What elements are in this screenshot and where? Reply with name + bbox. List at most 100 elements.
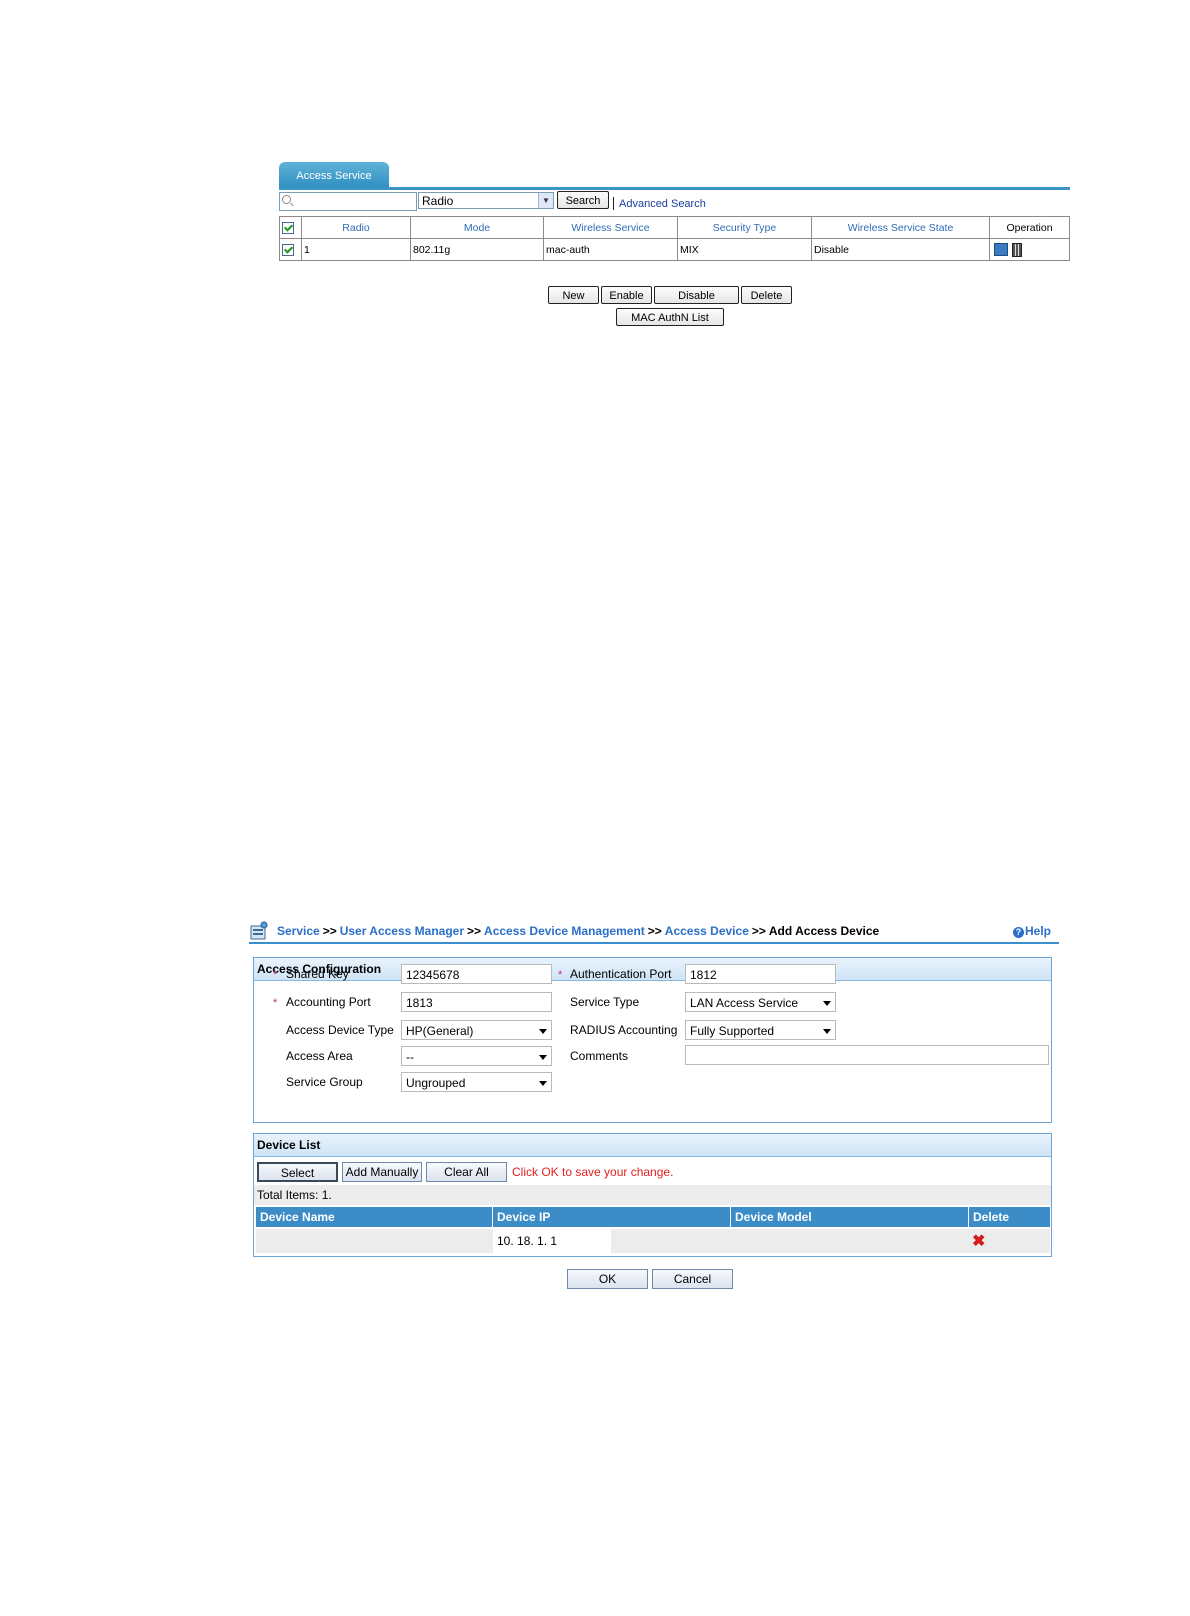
service-type-label: Service Type (570, 995, 640, 1009)
row-checkbox[interactable] (282, 243, 294, 256)
device-list-title: Device List (254, 1134, 1051, 1157)
dropdown-arrow-icon (539, 1055, 547, 1060)
cell-device-ip: 10. 18. 1. 1 (493, 1229, 611, 1253)
access-configuration-panel: Access Configuration (253, 957, 1052, 1123)
column-header-wireless-service-state[interactable]: Wireless Service State (811, 216, 990, 239)
breadcrumb-access-device-management[interactable]: Access Device Management (484, 924, 645, 938)
cell-security-type: MIX (677, 238, 812, 261)
radius-accounting-value: Fully Supported (690, 1024, 775, 1038)
column-header-mode[interactable]: Mode (410, 216, 544, 239)
breadcrumb-access-device[interactable]: Access Device (665, 924, 749, 938)
service-group-value: Ungrouped (406, 1076, 466, 1090)
cell-radio: 1 (301, 238, 411, 261)
access-device-type-select[interactable]: HP(General) (401, 1020, 552, 1040)
column-header-device-model[interactable]: Device Model (731, 1207, 969, 1227)
required-marker: * (273, 997, 278, 1009)
select-button[interactable]: Select (257, 1162, 338, 1182)
column-header-security-type[interactable]: Security Type (677, 216, 812, 239)
access-area-label: Access Area (286, 1049, 353, 1063)
advanced-search-link[interactable]: Advanced Search (619, 198, 706, 210)
edit-icon[interactable] (994, 243, 1008, 256)
access-area-value: -- (406, 1050, 414, 1064)
cancel-button[interactable]: Cancel (652, 1269, 733, 1289)
service-group-select[interactable]: Ungrouped (401, 1072, 552, 1092)
shared-key-label: Shared Key (286, 967, 349, 981)
service-type-select[interactable]: LAN Access Service (685, 992, 836, 1012)
breadcrumb-separator: >> (467, 924, 482, 938)
breadcrumb-separator: >> (647, 924, 662, 938)
enable-button[interactable]: Enable (601, 286, 652, 304)
tab-underline (279, 187, 1070, 190)
ok-button[interactable]: OK (567, 1269, 648, 1289)
cell-device-name (256, 1229, 493, 1253)
new-button[interactable]: New (548, 286, 599, 304)
delete-x-icon[interactable]: ✖ (972, 1234, 985, 1250)
header-divider (249, 942, 1059, 944)
total-items: Total Items: 1. (257, 1188, 332, 1202)
mac-authn-list-button[interactable]: MAC AuthN List (616, 308, 724, 326)
dropdown-arrow-icon (539, 1081, 547, 1086)
table-header-row: Radio Mode Wireless Service Security Typ… (279, 216, 1070, 239)
cell-wireless-service: mac-auth (543, 238, 678, 261)
access-device-type-value: HP(General) (406, 1024, 474, 1038)
service-type-value: LAN Access Service (690, 996, 799, 1010)
delete-button[interactable]: Delete (741, 286, 792, 304)
total-items-bar (254, 1185, 1051, 1205)
column-header-wireless-service[interactable]: Wireless Service (543, 216, 678, 239)
column-header-device-ip[interactable]: Device IP (493, 1207, 731, 1227)
dropdown-arrow-icon (823, 1029, 831, 1034)
authentication-port-label: Authentication Port (570, 967, 672, 981)
search-button[interactable]: Search (557, 191, 609, 209)
select-all-checkbox[interactable] (282, 221, 294, 234)
search-field-value: Radio (422, 194, 454, 208)
search-input[interactable] (279, 192, 417, 211)
column-header-delete: Delete (969, 1207, 1050, 1227)
accounting-port-label: Accounting Port (286, 995, 371, 1009)
help-link[interactable]: ? Help (1013, 924, 1051, 938)
column-header-operation: Operation (989, 216, 1070, 239)
save-message: Click OK to save your change. (512, 1165, 674, 1179)
required-marker: * (273, 969, 278, 981)
chevron-down-icon[interactable]: ▼ (538, 193, 553, 208)
accounting-port-input[interactable]: 1813 (401, 992, 552, 1012)
breadcrumb-current: Add Access Device (768, 924, 880, 938)
tab-access-service[interactable]: Access Service (279, 162, 389, 188)
radius-accounting-select[interactable]: Fully Supported (685, 1020, 836, 1040)
required-marker: * (558, 969, 563, 981)
access-device-type-label: Access Device Type (286, 1023, 394, 1037)
help-label: Help (1025, 924, 1052, 938)
shared-key-input[interactable]: 12345678 (401, 964, 552, 984)
select-all-checkbox-cell[interactable] (279, 216, 302, 239)
dropdown-arrow-icon (539, 1029, 547, 1034)
breadcrumb-service[interactable]: Service (277, 924, 320, 938)
column-header-device-name[interactable]: Device Name (256, 1207, 493, 1227)
authentication-port-input[interactable]: 1812 (685, 964, 836, 984)
search-field-select[interactable]: Radio ▼ (418, 192, 554, 209)
cell-operation (989, 238, 1070, 261)
dropdown-arrow-icon (823, 1001, 831, 1006)
divider (613, 197, 614, 210)
row-checkbox-cell[interactable] (279, 238, 302, 261)
search-icon (282, 195, 291, 204)
access-service-screen: Access Service Radio ▼ Search Advanced S… (0, 0, 1190, 340)
breadcrumb-user-access-manager[interactable]: User Access Manager (340, 924, 464, 938)
delete-icon[interactable] (1012, 242, 1022, 257)
access-service-table: Radio Mode Wireless Service Security Typ… (279, 216, 1070, 261)
column-header-radio[interactable]: Radio (301, 216, 411, 239)
comments-label: Comments (570, 1049, 629, 1063)
access-area-select[interactable]: -- (401, 1046, 552, 1066)
cell-device-model (731, 1229, 969, 1253)
disable-button[interactable]: Disable (654, 286, 739, 304)
add-manually-button[interactable]: Add Manually (342, 1162, 422, 1182)
cell-state: Disable (811, 238, 990, 261)
table-row: 1 802.11g mac-auth MIX Disable (279, 238, 1070, 261)
help-icon: ? (1013, 927, 1024, 938)
cell-mode: 802.11g (410, 238, 544, 261)
radius-accounting-label: RADIUS Accounting (570, 1023, 678, 1037)
clear-all-button[interactable]: Clear All (426, 1162, 507, 1182)
comments-input[interactable] (685, 1045, 1049, 1065)
breadcrumb: Service >> User Access Manager >> Access Dev… (277, 924, 879, 938)
access-device-icon (250, 921, 268, 940)
service-group-label: Service Group (286, 1075, 363, 1089)
breadcrumb-separator: >> (751, 924, 766, 938)
